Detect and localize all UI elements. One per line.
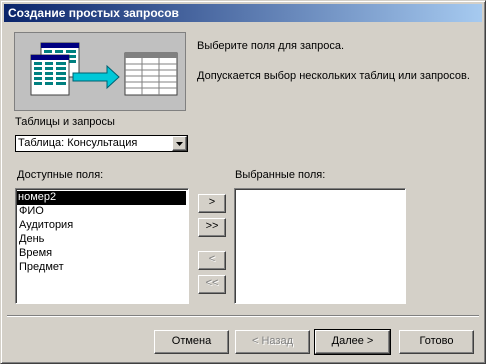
next-button[interactable]: Далее >: [314, 329, 391, 355]
remove-all-fields-label: <<: [205, 277, 219, 289]
available-fields-list[interactable]: номер2 ФИО Аудитория День Время Предмет: [15, 188, 189, 304]
title-bar[interactable]: Создание простых запросов: [4, 4, 482, 22]
tables-select[interactable]: Таблица: Консультация: [15, 135, 188, 152]
finish-label: Готово: [419, 335, 454, 347]
footer-separator: [7, 315, 479, 317]
list-item[interactable]: ФИО: [18, 205, 185, 219]
selected-fields-label: Выбранные поля:: [235, 169, 326, 181]
add-field-label: >: [208, 196, 216, 208]
next-label: Далее >: [331, 335, 374, 347]
tables-label: Таблицы и запросы: [15, 116, 115, 128]
finish-button[interactable]: Готово: [399, 330, 474, 354]
intro-text-1: Выберите поля для запроса.: [197, 40, 345, 52]
list-item[interactable]: Время: [18, 247, 185, 261]
list-item[interactable]: номер2: [17, 191, 186, 205]
remove-field-label: <: [208, 253, 216, 265]
add-all-fields-button[interactable]: >>: [198, 218, 226, 237]
remove-field-button[interactable]: <: [198, 251, 226, 270]
window-title: Создание простых запросов: [8, 6, 179, 20]
remove-all-fields-button[interactable]: <<: [198, 275, 226, 294]
list-item[interactable]: День: [18, 233, 185, 247]
intro-text-2: Допускается выбор нескольких таблиц или …: [197, 70, 470, 82]
tables-select-value: Таблица: Консультация: [18, 137, 138, 149]
chevron-down-icon[interactable]: [172, 136, 187, 151]
available-fields-label: Доступные поля:: [17, 169, 104, 181]
list-item[interactable]: Аудитория: [18, 219, 185, 233]
back-button[interactable]: < Назад: [235, 330, 310, 354]
cancel-label: Отмена: [171, 335, 212, 347]
add-field-button[interactable]: >: [198, 194, 226, 213]
add-all-fields-label: >>: [205, 220, 219, 232]
tables-to-query-icon: [30, 42, 178, 96]
dialog-window: Создание простых запросов Выберите поля …: [0, 0, 486, 364]
wizard-illustration: [14, 32, 186, 111]
list-item[interactable]: Предмет: [18, 261, 185, 275]
cancel-button[interactable]: Отмена: [154, 330, 229, 354]
back-label: < Назад: [252, 335, 293, 347]
selected-fields-list[interactable]: [234, 188, 406, 304]
